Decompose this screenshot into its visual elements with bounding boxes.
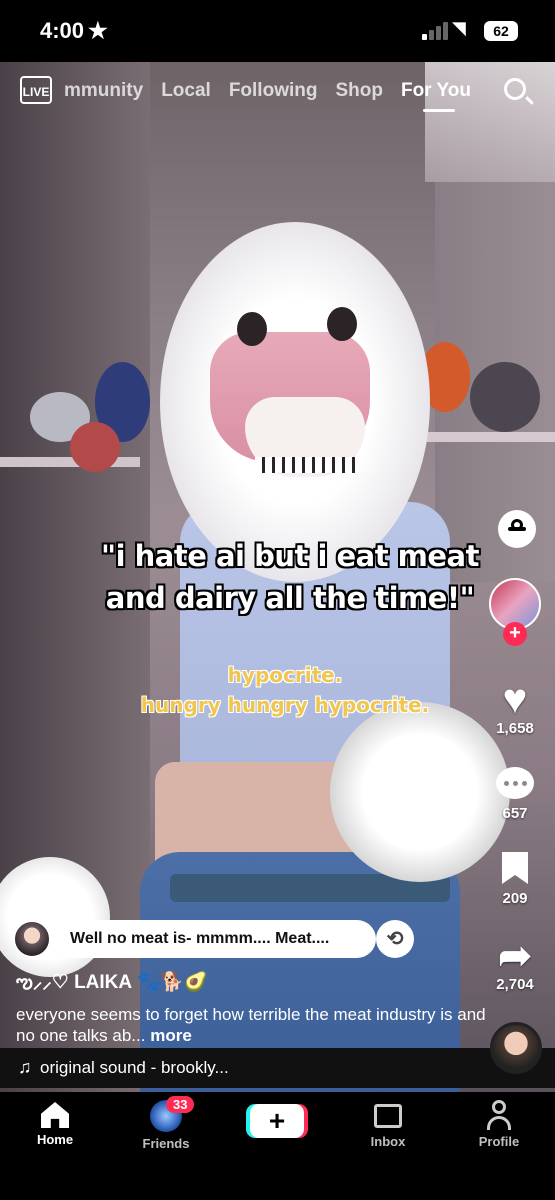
comment-preview[interactable]: Well no meat is- mmmm.... Meat.... ⟲ <box>14 920 414 958</box>
paw-glove-right <box>330 702 510 882</box>
tab-community[interactable]: mmunity <box>64 80 143 102</box>
post-description: everyone seems to forget how terrible th… <box>16 1004 486 1046</box>
sound-bar[interactable]: ♫ original sound - brookly... <box>0 1048 555 1088</box>
tab-for-you[interactable]: For You <box>401 80 471 112</box>
inbox-icon <box>374 1104 402 1128</box>
mask-eye <box>327 307 357 341</box>
comment-count: 657 <box>502 805 528 822</box>
share-button[interactable]: ➦ 2,704 <box>484 936 546 993</box>
status-time: 4:00 ★ <box>40 18 108 43</box>
status-bar: 4:00 ★ ◥ 62 <box>0 0 555 62</box>
home-icon <box>41 1102 69 1128</box>
create-button[interactable]: + <box>250 1104 304 1138</box>
like-button[interactable]: ♥ 1,658 <box>489 675 541 738</box>
nav-friends-label: Friends <box>142 1136 190 1151</box>
comment-icon <box>496 767 534 799</box>
profile-icon <box>486 1100 512 1130</box>
description-text: everyone seems to forget how terrible th… <box>16 1005 486 1045</box>
wifi-icon: ◥ <box>452 18 466 38</box>
cellular-signal-icon <box>422 22 448 40</box>
caption-sub-line-1: hypocrite. <box>227 663 343 687</box>
mask-teeth <box>255 457 355 473</box>
save-count: 209 <box>502 890 528 907</box>
repost-icon[interactable]: ⟲ <box>376 920 414 958</box>
caption-sub-line-2: hungry hungry hypocrite. <box>140 693 430 717</box>
sound-disc-avatar[interactable] <box>490 1022 542 1074</box>
tab-local[interactable]: Local <box>161 80 211 102</box>
ai-chat-icon[interactable] <box>498 510 536 548</box>
live-icon[interactable]: LIVE <box>20 76 52 104</box>
plush-toy <box>70 422 120 472</box>
nav-home-label: Home <box>36 1132 74 1147</box>
share-count: 2,704 <box>496 976 534 993</box>
battery-icon: 62 <box>484 21 518 41</box>
commenter-avatar <box>14 921 50 957</box>
tab-shop[interactable]: Shop <box>335 80 383 102</box>
post-username[interactable]: ఌ︎⸝⸝♡ LAIKA 🐾🐕🥑 <box>16 968 208 998</box>
comment-button[interactable]: 657 <box>489 767 541 822</box>
share-icon: ➦ <box>498 934 532 978</box>
search-icon[interactable] <box>504 78 526 100</box>
sound-label: original sound - brookly... <box>40 1058 229 1077</box>
heart-icon: ♥ <box>502 675 528 722</box>
feed-tabs: mmunity Local Following Shop For You <box>64 80 471 112</box>
star-icon: ★ <box>88 18 108 43</box>
bookmark-icon <box>502 852 528 884</box>
bottom-nav: Home Friends 33 + Inbox Profile <box>0 1092 555 1200</box>
top-nav: LIVE mmunity Local Following Shop For Yo… <box>0 62 555 122</box>
comment-preview-text[interactable]: Well no meat is- mmmm.... Meat.... <box>56 920 376 958</box>
follow-plus-icon[interactable]: + <box>503 622 527 646</box>
shelf <box>0 457 140 467</box>
nav-profile-label: Profile <box>478 1134 520 1149</box>
plush-toy <box>470 362 540 432</box>
like-count: 1,658 <box>496 720 534 737</box>
more-link[interactable]: more <box>150 1026 192 1045</box>
nav-inbox[interactable]: Inbox <box>343 1100 433 1149</box>
nav-profile[interactable]: Profile <box>454 1100 544 1149</box>
nav-inbox-label: Inbox <box>370 1134 406 1149</box>
video-caption-sub: hypocrite. hungry hungry hypocrite. <box>100 660 470 720</box>
nav-home[interactable]: Home <box>10 1100 100 1147</box>
music-note-icon: ♫ <box>18 1057 32 1077</box>
tab-following[interactable]: Following <box>229 80 318 102</box>
friends-badge: 33 <box>166 1096 195 1113</box>
mask-eye <box>237 312 267 346</box>
video-caption-main: "i hate ai but i eat meat and dairy all … <box>100 539 480 615</box>
save-button[interactable]: 209 <box>489 852 541 907</box>
